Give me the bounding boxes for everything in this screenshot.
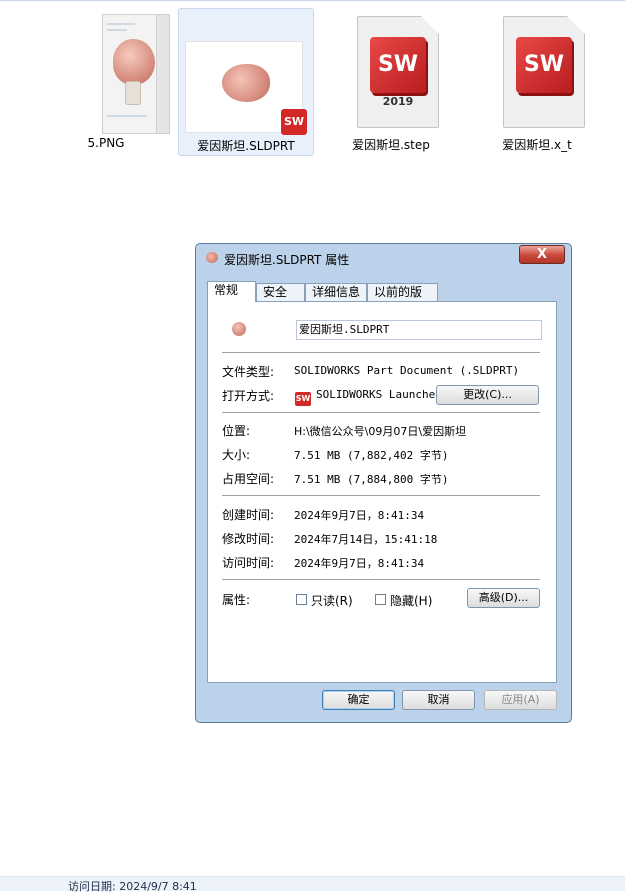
hidden-label: 隐藏(H) bbox=[390, 594, 433, 608]
hidden-checkbox[interactable] bbox=[375, 594, 386, 605]
solidworks-icon: SW bbox=[295, 392, 311, 406]
filename-field[interactable]: 爱因斯坦.SLDPRT bbox=[296, 320, 542, 340]
divider bbox=[222, 579, 540, 580]
png-thumbnail bbox=[102, 14, 170, 134]
readonly-label: 只读(R) bbox=[311, 594, 353, 608]
tab-previous-versions[interactable]: 以前的版本 bbox=[367, 283, 438, 316]
open-with-value: SOLIDWORKS Launcher bbox=[316, 388, 442, 401]
created-label: 创建时间: bbox=[222, 508, 275, 522]
status-text: 访问日期: 2024/9/7 8:41 bbox=[68, 880, 197, 893]
file-item-step[interactable]: SW 2019 爱因斯坦.step bbox=[323, 8, 459, 156]
divider bbox=[222, 495, 540, 496]
cancel-button[interactable]: 取消 bbox=[402, 690, 475, 710]
tab-security[interactable]: 安全 bbox=[256, 283, 305, 301]
size-value: 7.51 MB (7,882,402 字节) bbox=[294, 449, 449, 462]
file-item-xt[interactable]: SW 爱因斯坦.x_t bbox=[469, 8, 605, 156]
type-label: 文件类型: bbox=[222, 365, 275, 379]
open-with-label: 打开方式: bbox=[222, 389, 275, 403]
modified-value: 2024年7月14日，15:41:18 bbox=[294, 533, 438, 546]
attributes-label: 属性: bbox=[222, 593, 251, 607]
close-button[interactable]: X bbox=[519, 245, 565, 264]
type-value: SOLIDWORKS Part Document (.SLDPRT) bbox=[294, 364, 520, 377]
part-icon bbox=[232, 322, 246, 336]
divider bbox=[222, 412, 540, 413]
modified-label: 修改时间: bbox=[222, 532, 275, 546]
solidworks-icon: SW bbox=[281, 109, 307, 135]
change-button[interactable]: 更改(C)... bbox=[436, 385, 539, 405]
dialog-title: 爱因斯坦.SLDPRT 属性 bbox=[224, 253, 350, 267]
general-panel: 爱因斯坦.SLDPRT 文件类型: SOLIDWORKS Part Docume… bbox=[207, 301, 557, 683]
disk-size-value: 7.51 MB (7,884,800 字节) bbox=[294, 473, 449, 486]
dialog-titlebar[interactable]: 爱因斯坦.SLDPRT 属性 X bbox=[196, 244, 571, 272]
size-label: 大小: bbox=[222, 448, 251, 462]
accessed-value: 2024年9月7日，8:41:34 bbox=[294, 557, 425, 570]
solidworks-icon: SW bbox=[370, 37, 426, 93]
created-value: 2024年9月7日，8:41:34 bbox=[294, 509, 425, 522]
document-icon: SW bbox=[503, 16, 585, 128]
apply-button[interactable]: 应用(A) bbox=[484, 690, 557, 710]
file-label: 爱因斯坦.SLDPRT bbox=[197, 139, 295, 153]
tab-details[interactable]: 详细信息 bbox=[305, 283, 367, 301]
file-item-png[interactable]: 5.PNG bbox=[38, 8, 174, 156]
solidworks-icon: SW bbox=[516, 37, 572, 93]
location-value: H:\微信公众号\09月07日\爱因斯坦 bbox=[294, 425, 467, 438]
disk-size-label: 占用空间: bbox=[222, 472, 275, 486]
file-label: 5.PNG bbox=[87, 136, 125, 150]
tab-general[interactable]: 常规 bbox=[207, 281, 256, 302]
readonly-checkbox[interactable] bbox=[296, 594, 307, 605]
properties-dialog: 爱因斯坦.SLDPRT 属性 X 常规 安全 详细信息 以前的版本 爱因斯坦.S… bbox=[195, 243, 572, 723]
advanced-button[interactable]: 高级(D)... bbox=[467, 588, 540, 608]
location-label: 位置: bbox=[222, 424, 251, 438]
version-year: 2019 bbox=[382, 95, 414, 108]
document-icon: SW 2019 bbox=[357, 16, 439, 128]
ok-button[interactable]: 确定 bbox=[322, 690, 395, 710]
status-bar: 访问日期: 2024/9/7 8:41 bbox=[0, 876, 625, 893]
file-item-sldprt[interactable]: SW 爱因斯坦.SLDPRT bbox=[178, 8, 314, 156]
file-label: 爱因斯坦.step bbox=[352, 138, 430, 152]
top-border bbox=[0, 0, 625, 1]
part-icon bbox=[206, 252, 218, 263]
accessed-label: 访问时间: bbox=[222, 556, 275, 570]
file-label: 爱因斯坦.x_t bbox=[502, 138, 572, 152]
divider bbox=[222, 352, 540, 353]
